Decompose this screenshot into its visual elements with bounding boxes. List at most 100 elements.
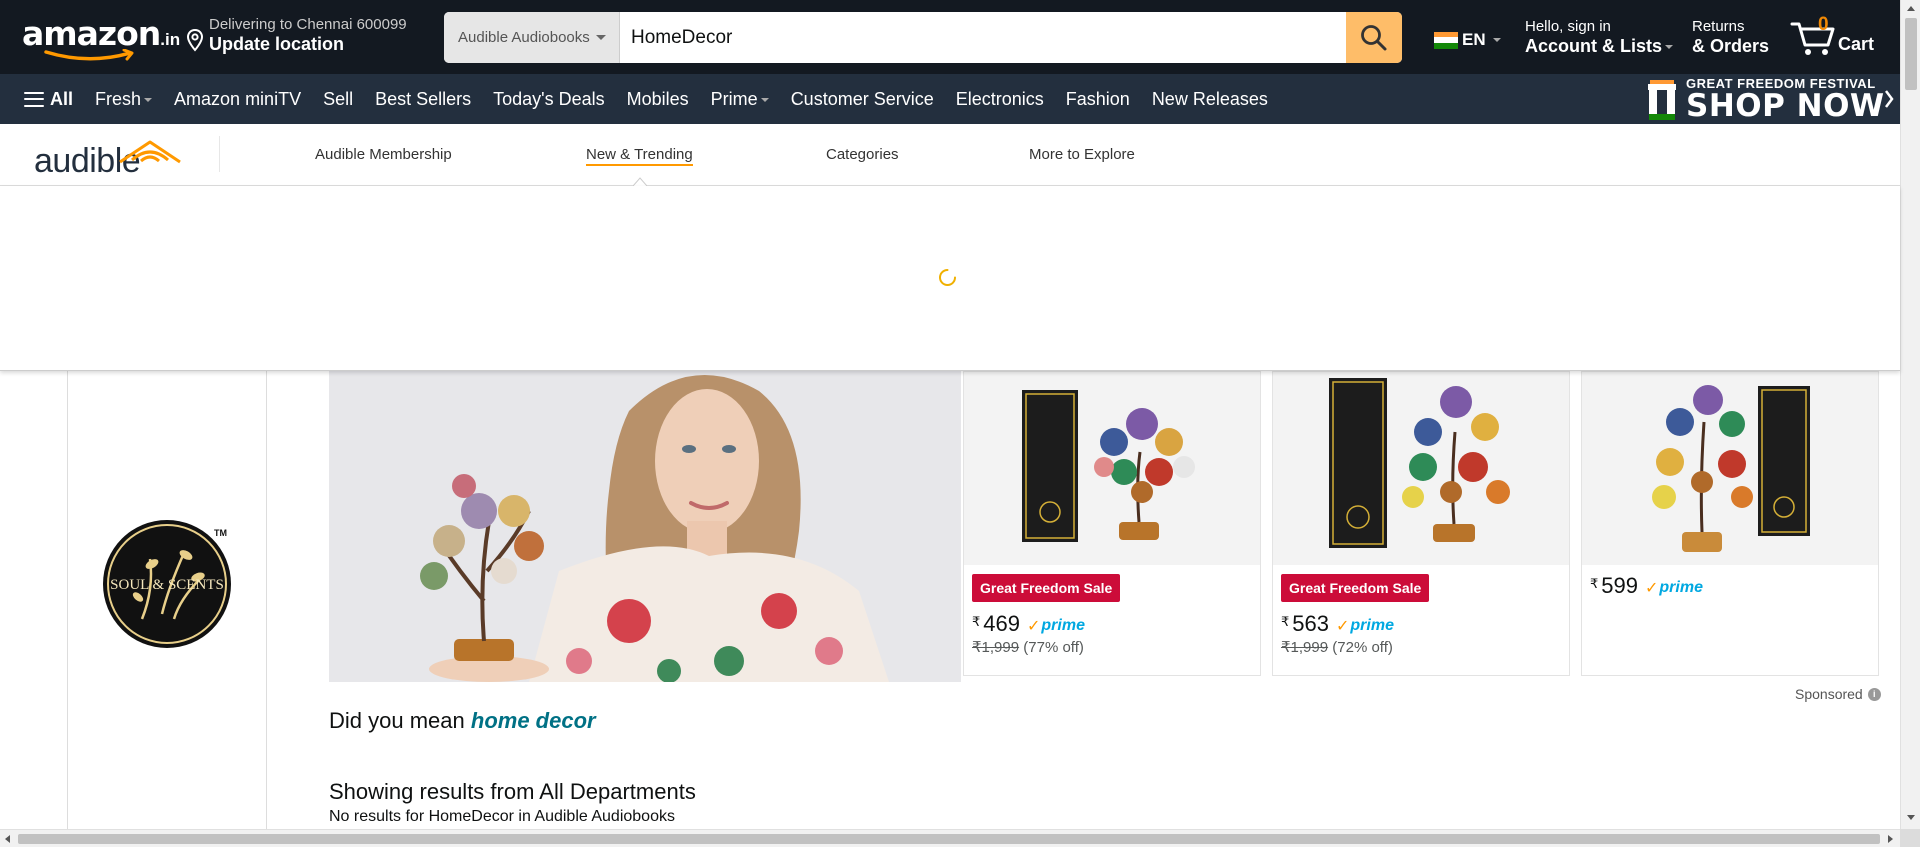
- cart[interactable]: 0 Cart: [1790, 14, 1876, 60]
- sponsored-label[interactable]: Sponsored i: [1795, 686, 1881, 702]
- did-you-mean-link[interactable]: home decor: [471, 708, 596, 733]
- amazon-logo[interactable]: amazon.in: [22, 14, 180, 61]
- product-image[interactable]: [1273, 372, 1569, 565]
- audible-waves-icon: [119, 140, 181, 164]
- scroll-right-icon[interactable]: [1888, 835, 1893, 843]
- nav-link-todays-deals[interactable]: Today's Deals: [493, 89, 605, 110]
- all-label: All: [50, 88, 74, 109]
- nav-link-fresh[interactable]: Fresh: [95, 89, 153, 110]
- product-image[interactable]: [964, 372, 1260, 565]
- trademark-mark: TM: [214, 528, 227, 538]
- loading-spinner-icon: [939, 269, 956, 286]
- logo-tld: .in: [160, 30, 181, 49]
- location-pin-icon: [186, 28, 204, 52]
- divider: [219, 136, 220, 172]
- deliver-line1: Delivering to Chennai 600099: [209, 16, 407, 33]
- language-selector[interactable]: EN: [1434, 30, 1501, 50]
- india-flag-icon: [1434, 31, 1458, 49]
- nav-link-minitv[interactable]: Amazon miniTV: [174, 89, 301, 110]
- nav-link-customer-service[interactable]: Customer Service: [791, 89, 934, 110]
- sale-badge: Great Freedom Sale: [972, 574, 1121, 602]
- promo-line2: SHOP NOW: [1686, 88, 1885, 124]
- search-bar: Audible Audiobooks: [444, 12, 1402, 63]
- product-card[interactable]: Great Freedom Sale ₹ 563 ✓ prime ₹1,999 (…: [1272, 371, 1570, 676]
- crystal-tree-box-image: [1273, 372, 1569, 565]
- brand-sidebar: SOUL & SCENTS TM: [67, 371, 267, 829]
- price: ₹ 599 ✓ prime: [1590, 573, 1703, 598]
- scrollbar-thumb[interactable]: [1905, 18, 1917, 90]
- cart-count: 0: [1818, 14, 1829, 35]
- search-input[interactable]: [620, 12, 1346, 63]
- crystal-tree-box-image: [964, 372, 1260, 565]
- brand-logo-text: SOUL & SCENTS: [110, 577, 224, 593]
- scroll-left-icon[interactable]: [5, 835, 10, 843]
- no-results-text: No results for HomeDecor in Audible Audi…: [329, 808, 675, 825]
- nav-link-best-sellers[interactable]: Best Sellers: [375, 89, 471, 110]
- mrp: ₹1,999 (72% off): [1281, 639, 1393, 656]
- cart-label: Cart: [1838, 34, 1875, 54]
- caret-down-icon: [1665, 45, 1674, 50]
- india-gate-icon: [1648, 80, 1676, 120]
- hero-lifestyle-image[interactable]: [329, 371, 961, 682]
- soul-and-scents-logo[interactable]: SOUL & SCENTS: [102, 519, 232, 649]
- price: ₹ 469 ✓ prime: [972, 611, 1085, 636]
- product-image[interactable]: [1582, 372, 1878, 565]
- tab-audible-membership[interactable]: Audible Membership: [315, 146, 452, 163]
- product-card[interactable]: ₹ 599 ✓ prime: [1581, 371, 1879, 676]
- account-line2: Account & Lists: [1525, 36, 1663, 56]
- nav-link-electronics[interactable]: Electronics: [956, 89, 1044, 110]
- account-lists[interactable]: Hello, sign in Account & Lists: [1525, 18, 1674, 56]
- nav-links: Fresh Amazon miniTV Sell Best Sellers To…: [95, 89, 1268, 110]
- nav-link-sell[interactable]: Sell: [323, 89, 353, 110]
- scroll-up-icon[interactable]: [1907, 6, 1915, 11]
- chevron-right-icon: [1885, 90, 1894, 108]
- vertical-scrollbar[interactable]: [1900, 0, 1920, 829]
- mrp: ₹1,999 (77% off): [972, 639, 1084, 656]
- cart-icon: [1790, 22, 1835, 55]
- prime-icon: ✓ prime: [1027, 617, 1085, 635]
- audible-logo[interactable]: audible: [34, 134, 184, 180]
- returns-orders[interactable]: Returns & Orders: [1692, 18, 1769, 56]
- deliver-line2: Update location: [209, 34, 345, 54]
- scrollbar-thumb[interactable]: [18, 834, 1880, 844]
- delivery-location[interactable]: Delivering to Chennai 600099 Update loca…: [185, 16, 407, 54]
- main-nav: All Fresh Amazon miniTV Sell Best Seller…: [0, 74, 1900, 124]
- hamburger-icon: [24, 91, 44, 107]
- top-nav: amazon.in Delivering to Chennai 600099 U…: [0, 0, 1900, 74]
- returns-line2: & Orders: [1692, 36, 1770, 56]
- tab-pointer-icon: [633, 177, 647, 186]
- search-button[interactable]: [1346, 12, 1402, 63]
- returns-line1: Returns: [1692, 18, 1745, 35]
- woman-with-crystal-tree-image: [329, 371, 961, 682]
- language-label: EN: [1462, 30, 1486, 49]
- horizontal-scrollbar[interactable]: [0, 829, 1900, 847]
- tab-categories[interactable]: Categories: [826, 146, 899, 163]
- caret-down-icon: [1492, 38, 1501, 42]
- logo-text: amazon: [22, 14, 161, 53]
- search-icon: [1361, 24, 1387, 50]
- smile-icon: [44, 49, 134, 61]
- scrollbar-corner: [1900, 829, 1920, 847]
- prime-icon: ✓ prime: [1336, 617, 1394, 635]
- all-menu-button[interactable]: All: [24, 89, 73, 110]
- prime-icon: ✓ prime: [1645, 579, 1703, 597]
- sale-badge: Great Freedom Sale: [1281, 574, 1430, 602]
- showing-results-heading: Showing results from All Departments: [329, 779, 696, 804]
- tab-more-to-explore[interactable]: More to Explore: [1029, 146, 1135, 163]
- nav-link-fashion[interactable]: Fashion: [1066, 89, 1130, 110]
- price-amount: 469: [983, 611, 1020, 636]
- freedom-festival-banner[interactable]: GREAT FREEDOM FESTIVAL SHOP NOW: [1646, 77, 1896, 124]
- new-trending-flyout: [0, 186, 1900, 371]
- search-category-label: Audible Audiobooks: [458, 29, 590, 46]
- product-card[interactable]: Great Freedom Sale ₹ 469 ✓ prime ₹1,999 (…: [963, 371, 1261, 676]
- nav-link-prime[interactable]: Prime: [711, 89, 769, 110]
- scroll-down-icon[interactable]: [1907, 815, 1915, 820]
- page: amazon.in Delivering to Chennai 600099 U…: [0, 0, 1920, 847]
- tab-new-trending[interactable]: New & Trending: [586, 146, 693, 166]
- search-category-dropdown[interactable]: Audible Audiobooks: [444, 12, 620, 63]
- did-you-mean: Did you mean home decor: [329, 708, 596, 733]
- price-amount: 563: [1292, 611, 1329, 636]
- nav-link-new-releases[interactable]: New Releases: [1152, 89, 1268, 110]
- nav-link-mobiles[interactable]: Mobiles: [627, 89, 689, 110]
- price-amount: 599: [1601, 573, 1638, 598]
